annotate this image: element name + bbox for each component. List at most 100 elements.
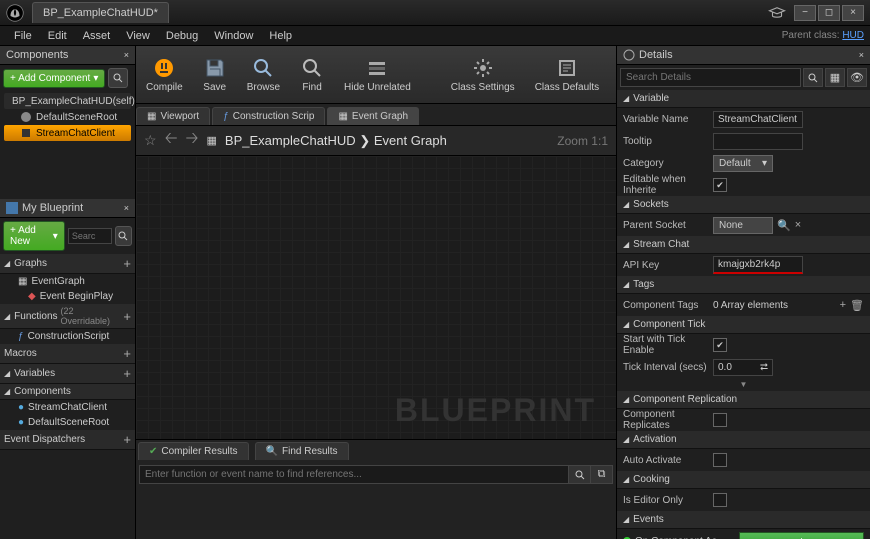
add-variable-button[interactable]: + <box>123 366 131 381</box>
variable-icon: ● <box>18 402 24 413</box>
compile-button[interactable]: Compile <box>136 46 193 103</box>
clear-tags-button[interactable]: 🗑 <box>850 299 864 312</box>
editable-label: Editable when Inherite <box>623 174 713 196</box>
search-socket-button[interactable]: 🔍 <box>777 219 791 232</box>
my-blueprint-header[interactable]: My Blueprint × <box>0 199 135 218</box>
add-macro-button[interactable]: + <box>123 346 131 361</box>
cat-component-replication[interactable]: ◢Component Replication <box>617 391 870 409</box>
event-graph-item[interactable]: ▦EventGraph <box>0 274 135 289</box>
dropdown-icon: ▾ <box>762 158 767 169</box>
spinner-icon[interactable]: ⮂ <box>760 362 768 373</box>
mb-stream-chat-client[interactable]: ●StreamChatClient <box>0 400 135 415</box>
graph-canvas[interactable]: BLUEPRINT <box>136 156 616 439</box>
browse-button[interactable]: Browse <box>237 46 290 103</box>
pin-icon[interactable]: × <box>859 50 864 60</box>
components-panel-header[interactable]: Components × <box>0 46 135 65</box>
parent-socket-select[interactable]: None <box>713 217 773 234</box>
find-references-input[interactable] <box>139 465 569 484</box>
category-select[interactable]: Default▾ <box>713 155 773 172</box>
editor-only-checkbox[interactable] <box>713 493 727 507</box>
nav-back-button[interactable]: 🡠 <box>165 127 178 154</box>
favorite-button[interactable]: ☆ <box>144 132 157 149</box>
tab-event-graph[interactable]: ▦Event Graph <box>327 107 419 125</box>
comp-replicates-checkbox[interactable] <box>713 413 727 427</box>
expand-icon[interactable]: ▼ <box>617 378 870 391</box>
add-function-button[interactable]: + <box>123 309 131 324</box>
minimize-button[interactable]: − <box>794 5 816 21</box>
class-defaults-button[interactable]: Class Defaults <box>525 46 609 103</box>
cat-stream-chat[interactable]: ◢Stream Chat <box>617 236 870 254</box>
details-eye-button[interactable]: 👁 <box>847 68 867 87</box>
menu-window[interactable]: Window <box>206 28 261 44</box>
tab-viewport[interactable]: ▦Viewport <box>136 107 210 125</box>
my-blueprint-search-btn[interactable] <box>115 226 132 246</box>
add-tag-button[interactable]: + <box>840 299 846 311</box>
menu-edit[interactable]: Edit <box>40 28 75 44</box>
cat-events[interactable]: ◢Events <box>617 511 870 529</box>
editable-checkbox[interactable]: ✔ <box>713 178 727 192</box>
component-scene-root[interactable]: DefaultSceneRoot <box>4 109 131 125</box>
find-search-button[interactable] <box>569 465 591 484</box>
component-root[interactable]: BP_ExampleChatHUD(self) <box>4 93 131 109</box>
clear-socket-button[interactable]: × <box>795 219 801 231</box>
cat-activation[interactable]: ◢Activation <box>617 431 870 449</box>
menu-help[interactable]: Help <box>261 28 300 44</box>
tick-enable-label: Start with Tick Enable <box>623 334 713 356</box>
details-header[interactable]: Details × <box>617 46 870 65</box>
tooltip-input[interactable] <box>713 133 803 150</box>
pin-icon[interactable]: × <box>124 203 129 213</box>
mb-default-scene-root[interactable]: ●DefaultSceneRoot <box>0 415 135 430</box>
find-filter-button[interactable]: ⧉ <box>591 465 613 484</box>
tick-interval-input[interactable]: 0.0⮂ <box>713 359 773 376</box>
component-stream-chat-client[interactable]: StreamChatClient <box>4 125 131 141</box>
auto-activate-checkbox[interactable] <box>713 453 727 467</box>
menu-view[interactable]: View <box>118 28 158 44</box>
on-component-activated-button[interactable]: + <box>739 532 864 539</box>
parent-class-link[interactable]: HUD <box>842 30 864 41</box>
graphs-section[interactable]: ◢Graphs+ <box>0 254 135 274</box>
add-component-button[interactable]: + Add Component▾ <box>3 69 105 88</box>
cat-sockets[interactable]: ◢Sockets <box>617 196 870 214</box>
graduation-cap-icon[interactable] <box>768 4 786 22</box>
cat-cooking[interactable]: ◢Cooking <box>617 471 870 489</box>
cat-component-tick[interactable]: ◢Component Tick <box>617 316 870 334</box>
add-graph-button[interactable]: + <box>123 256 131 271</box>
components-search-button[interactable] <box>108 68 128 88</box>
breadcrumb[interactable]: BP_ExampleChatHUD ❯ Event Graph <box>225 133 447 149</box>
menu-bar: File Edit Asset View Debug Window Help P… <box>0 26 870 46</box>
variable-name-input[interactable] <box>713 111 803 128</box>
close-button[interactable]: × <box>842 5 864 21</box>
maximize-button[interactable]: ◻ <box>818 5 840 21</box>
tick-enable-checkbox[interactable]: ✔ <box>713 338 727 352</box>
event-beginplay-item[interactable]: ◆Event BeginPlay <box>0 289 135 304</box>
event-dispatchers-section[interactable]: Event Dispatchers+ <box>0 430 135 450</box>
mb-components-section[interactable]: ◢Components <box>0 384 135 400</box>
nav-forward-button[interactable]: 🡢 <box>186 127 199 154</box>
menu-file[interactable]: File <box>6 28 40 44</box>
tab-find-results[interactable]: 🔍Find Results <box>255 442 349 460</box>
cat-tags[interactable]: ◢Tags <box>617 276 870 294</box>
menu-asset[interactable]: Asset <box>75 28 119 44</box>
details-search-button[interactable] <box>803 68 823 87</box>
functions-section[interactable]: ◢Functions(22 Overridable)+ <box>0 304 135 329</box>
api-key-input[interactable] <box>713 256 803 274</box>
add-dispatcher-button[interactable]: + <box>123 432 131 447</box>
add-new-button[interactable]: + Add New▾ <box>3 221 65 251</box>
construction-script-item[interactable]: ƒConstructionScript <box>0 329 135 344</box>
find-button[interactable]: Find <box>290 46 334 103</box>
menu-debug[interactable]: Debug <box>158 28 206 44</box>
title-tab[interactable]: BP_ExampleChatHUD* <box>32 2 169 23</box>
tab-compiler-results[interactable]: ✔Compiler Results <box>138 442 249 460</box>
details-grid-button[interactable]: ▦ <box>825 68 845 87</box>
details-search-input[interactable] <box>620 68 801 87</box>
class-settings-button[interactable]: Class Settings <box>441 46 525 103</box>
save-button[interactable]: Save <box>193 46 237 103</box>
variables-section[interactable]: ◢Variables+ <box>0 364 135 384</box>
pin-icon[interactable]: × <box>124 50 129 60</box>
scene-icon <box>20 111 32 123</box>
hide-unrelated-button[interactable]: Hide Unrelated <box>334 46 421 103</box>
macros-section[interactable]: Macros+ <box>0 344 135 364</box>
cat-variable[interactable]: ◢Variable <box>617 90 870 108</box>
my-blueprint-search[interactable] <box>68 228 112 244</box>
tab-construction-script[interactable]: ƒConstruction Scrip <box>212 107 325 125</box>
